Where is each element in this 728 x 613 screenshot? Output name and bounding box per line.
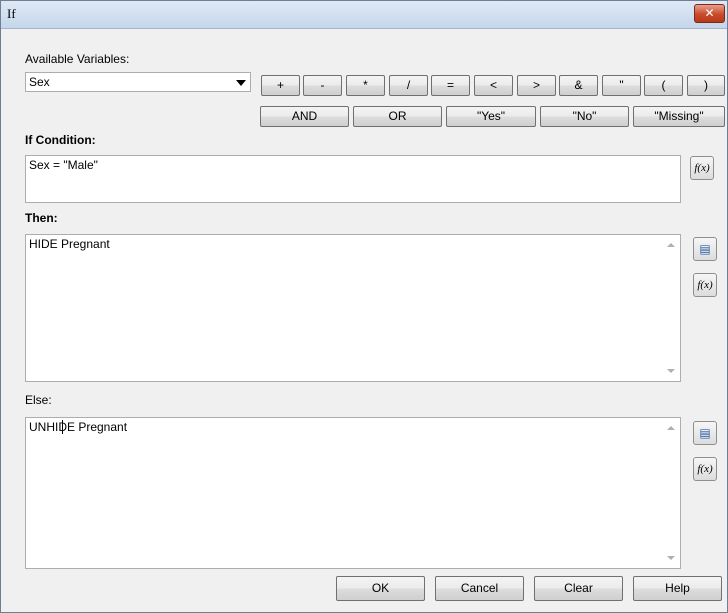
chevron-down-icon xyxy=(236,80,246,86)
else-insert-button[interactable]: ▤ xyxy=(693,421,717,445)
operator-minus-button[interactable]: - xyxy=(303,75,342,96)
if-condition-input[interactable]: Sex = "Male" xyxy=(25,155,681,203)
cancel-button[interactable]: Cancel xyxy=(435,576,524,601)
help-button[interactable]: Help xyxy=(633,576,722,601)
function-icon: f(x) xyxy=(694,162,710,174)
missing-button[interactable]: "Missing" xyxy=(633,106,725,127)
operator-ampersand-button[interactable]: & xyxy=(559,75,598,96)
if-condition-text: Sex = "Male" xyxy=(29,158,98,172)
operator-plus-button[interactable]: + xyxy=(261,75,300,96)
ok-button[interactable]: OK xyxy=(336,576,425,601)
else-label: Else: xyxy=(25,393,52,407)
else-text: UNHIDE Pregnant xyxy=(29,420,128,434)
if-condition-function-button[interactable]: f(x) xyxy=(690,156,714,180)
else-scrollbar[interactable] xyxy=(663,418,680,568)
title-bar: If ✕ xyxy=(1,1,727,29)
document-icon: ▤ xyxy=(699,426,711,440)
document-icon: ▤ xyxy=(699,242,711,256)
if-condition-label: If Condition: xyxy=(25,133,96,147)
scroll-down-icon xyxy=(667,556,675,560)
no-button[interactable]: "No" xyxy=(540,106,629,127)
then-function-button[interactable]: f(x) xyxy=(693,273,717,297)
and-button[interactable]: AND xyxy=(260,106,349,127)
then-insert-button[interactable]: ▤ xyxy=(693,237,717,261)
text-caret xyxy=(62,420,63,434)
operator-multiply-button[interactable]: * xyxy=(346,75,385,96)
if-dialog: If ✕ Available Variables: Sex + - * / = … xyxy=(0,0,728,613)
or-button[interactable]: OR xyxy=(353,106,442,127)
function-icon: f(x) xyxy=(697,279,713,291)
then-text: HIDE Pregnant xyxy=(29,237,110,251)
function-icon: f(x) xyxy=(697,463,713,475)
clear-button[interactable]: Clear xyxy=(534,576,623,601)
operator-equals-button[interactable]: = xyxy=(431,75,470,96)
available-variables-select[interactable]: Sex xyxy=(25,72,251,92)
then-label: Then: xyxy=(25,211,58,225)
close-button[interactable]: ✕ xyxy=(694,4,725,23)
operator-close-paren-button[interactable]: ) xyxy=(687,75,725,96)
else-function-button[interactable]: f(x) xyxy=(693,457,717,481)
operator-divide-button[interactable]: / xyxy=(389,75,428,96)
scroll-up-icon xyxy=(667,243,675,247)
operator-open-paren-button[interactable]: ( xyxy=(644,75,683,96)
operator-quote-button[interactable]: " xyxy=(602,75,641,96)
yes-button[interactable]: "Yes" xyxy=(446,106,536,127)
available-variables-value: Sex xyxy=(29,75,50,89)
operator-less-than-button[interactable]: < xyxy=(474,75,513,96)
scroll-up-icon xyxy=(667,426,675,430)
else-input[interactable]: UNHIDE Pregnant xyxy=(25,417,681,569)
scroll-down-icon xyxy=(667,369,675,373)
then-scrollbar[interactable] xyxy=(663,235,680,381)
then-input[interactable]: HIDE Pregnant xyxy=(25,234,681,382)
operator-greater-than-button[interactable]: > xyxy=(517,75,556,96)
available-variables-label: Available Variables: xyxy=(25,52,130,66)
window-title: If xyxy=(7,6,16,21)
